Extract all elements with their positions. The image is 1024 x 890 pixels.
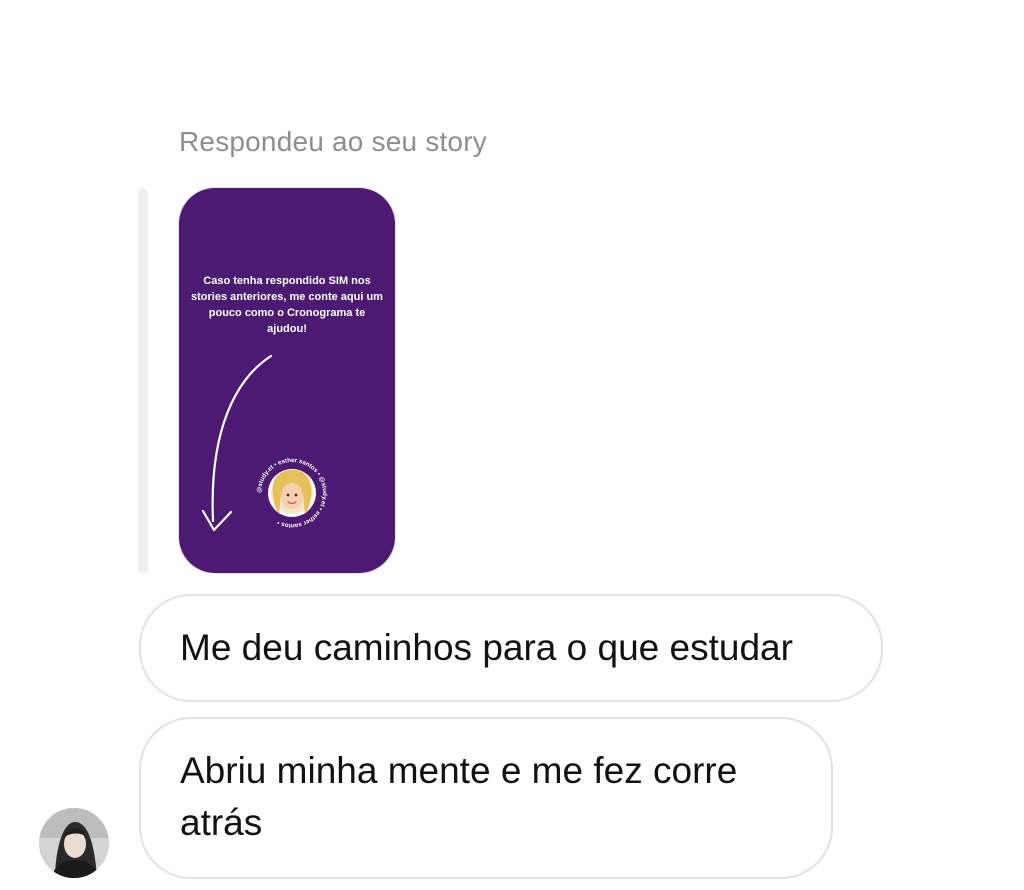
message-bubble[interactable]: Me deu caminhos para o que estudar bbox=[139, 594, 883, 702]
story-preview[interactable]: Caso tenha respondido SIM nos stories an… bbox=[179, 188, 395, 573]
profile-sticker: @study.et • esther santos • @study.et • … bbox=[252, 453, 332, 533]
sender-avatar[interactable] bbox=[39, 808, 109, 878]
user-avatar-icon bbox=[39, 808, 109, 878]
dm-thread: Respondeu ao seu story Caso tenha respon… bbox=[0, 0, 1024, 890]
message-text: Abriu minha mente e me fez corre atrás bbox=[180, 750, 738, 843]
quote-bar bbox=[138, 188, 148, 574]
message-text: Me deu caminhos para o que estudar bbox=[180, 627, 793, 668]
story-reply-label: Respondeu ao seu story bbox=[179, 126, 487, 157]
message-bubble[interactable]: Abriu minha mente e me fez corre atrás bbox=[139, 717, 833, 879]
